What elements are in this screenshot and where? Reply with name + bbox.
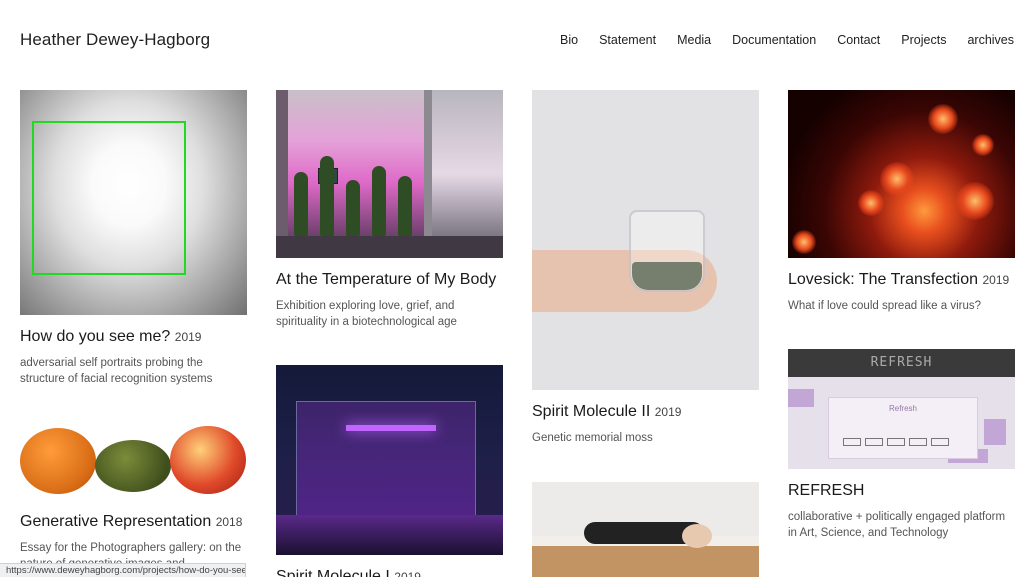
project-description: Genetic memorial moss: [532, 432, 653, 444]
project-card-lovesick[interactable]: Lovesick: The Transfection 2019 What if …: [788, 90, 1015, 314]
cell-glow: [880, 162, 914, 196]
glitch-block: [984, 419, 1006, 445]
project-thumbnail[interactable]: REFRESH Refresh: [788, 349, 1015, 469]
project-year: 2018: [215, 515, 243, 529]
project-title-text[interactable]: Lovesick: The Transfection: [788, 271, 978, 288]
cell-glow: [956, 182, 994, 220]
site-title[interactable]: Heather Dewey-Hagborg: [20, 30, 210, 50]
project-title[interactable]: How do you see me? 2019: [20, 328, 247, 346]
cell-glow: [928, 104, 958, 134]
window-frame: [276, 90, 288, 258]
project-card-spirit-molecule-ii[interactable]: Spirit Molecule II 2019 Genetic memorial…: [532, 90, 759, 446]
window-frame: [424, 90, 432, 258]
avocado-image: [95, 440, 171, 492]
project-thumbnail[interactable]: [532, 90, 759, 390]
project-card-bed[interactable]: [532, 482, 759, 577]
refresh-panel-buttons: [843, 438, 949, 446]
main-nav: Bio Statement Media Documentation Contac…: [560, 33, 1014, 47]
gallery-window: [432, 90, 503, 258]
project-card-refresh[interactable]: REFRESH Refresh REFRESH collaborative + …: [788, 349, 1015, 541]
floor: [276, 515, 503, 555]
project-title-text[interactable]: Spirit Molecule II: [532, 403, 650, 420]
project-title[interactable]: REFRESH: [788, 482, 1015, 500]
apple-image: [170, 426, 246, 494]
nav-statement[interactable]: Statement: [599, 33, 656, 47]
plant-image: [398, 176, 412, 236]
project-card-temperature[interactable]: At the Temperature of My Body Exhibition…: [276, 90, 503, 330]
orange-image: [20, 428, 96, 494]
project-thumbnail[interactable]: [20, 422, 247, 500]
refresh-panel: Refresh: [828, 397, 978, 459]
project-title-text[interactable]: Spirit Molecule I: [276, 568, 390, 577]
person-head-image: [682, 524, 712, 548]
project-description: collaborative + politically engaged plat…: [788, 511, 1006, 539]
project-thumbnail[interactable]: [276, 365, 503, 555]
bed-image: [532, 542, 759, 577]
nav-projects[interactable]: Projects: [901, 33, 946, 47]
project-year: 2019: [394, 570, 421, 577]
project-year: 2019: [654, 405, 682, 419]
project-card-spirit-molecule-i[interactable]: Spirit Molecule I 2019: [276, 365, 503, 577]
project-title[interactable]: Spirit Molecule I 2019: [276, 568, 503, 577]
jar-image: [629, 210, 705, 292]
cell-glow: [972, 134, 994, 156]
project-year: 2019: [982, 273, 1010, 287]
refresh-panel-heading: Refresh: [888, 404, 917, 413]
nav-documentation[interactable]: Documentation: [732, 33, 816, 47]
plant-image: [320, 156, 334, 236]
project-title-text[interactable]: Generative Representation: [20, 513, 211, 530]
project-thumbnail[interactable]: [788, 90, 1015, 258]
project-thumbnail[interactable]: [532, 482, 759, 577]
floor: [276, 236, 503, 258]
project-title-text[interactable]: How do you see me?: [20, 328, 170, 345]
project-description: What if love could spread like a virus?: [788, 300, 982, 312]
browser-status-url: https://www.deweyhagborg.com/projects/ho…: [0, 563, 246, 577]
nav-bio[interactable]: Bio: [560, 33, 578, 47]
glitch-block: [788, 389, 814, 407]
project-thumbnail[interactable]: [276, 90, 503, 258]
nav-archives[interactable]: archives: [967, 33, 1014, 47]
project-card-generative-representation[interactable]: Generative Representation 2018 Essay for…: [20, 422, 247, 577]
project-title[interactable]: Spirit Molecule II 2019: [532, 403, 759, 421]
project-description: adversarial self portraits probing the s…: [20, 357, 213, 385]
cell-glow: [858, 190, 884, 216]
project-year: 2019: [174, 330, 202, 344]
nav-contact[interactable]: Contact: [837, 33, 880, 47]
plant-image: [346, 180, 360, 236]
plant-image: [294, 172, 308, 236]
grow-light: [346, 425, 436, 431]
cell-glow: [792, 230, 816, 254]
project-description: Exhibition exploring love, grief, and sp…: [276, 300, 457, 328]
project-thumbnail[interactable]: [20, 90, 247, 315]
face-detection-box: [32, 121, 186, 275]
plant-image: [372, 166, 386, 236]
nav-media[interactable]: Media: [677, 33, 711, 47]
project-card-how-do-you-see-me[interactable]: How do you see me? 2019 adversarial self…: [20, 90, 247, 387]
project-title[interactable]: Generative Representation 2018: [20, 513, 247, 531]
project-title[interactable]: At the Temperature of My Body: [276, 271, 503, 289]
refresh-logo: REFRESH: [788, 349, 1015, 377]
project-title[interactable]: Lovesick: The Transfection 2019: [788, 271, 1015, 289]
